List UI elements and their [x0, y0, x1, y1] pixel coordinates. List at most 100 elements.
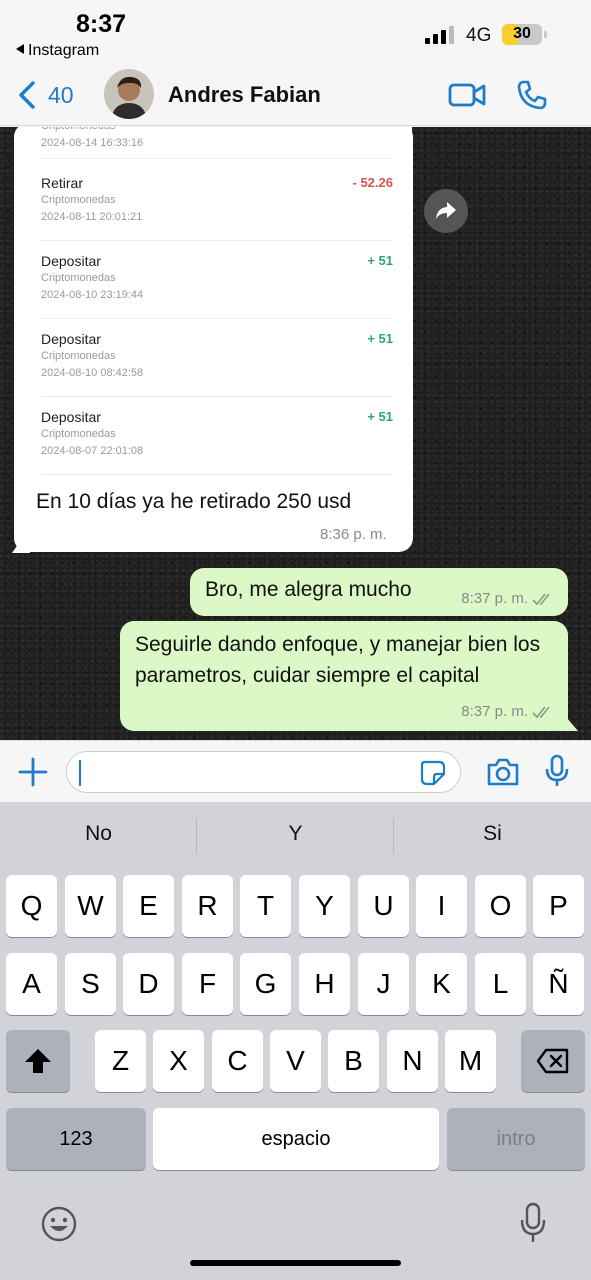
outgoing-message-text: Seguirle dando enfoque, y manejar bien l… — [135, 633, 541, 687]
transaction-date: 2024-08-11 20:01:21 — [41, 211, 143, 223]
transaction-row: Retirar Criptomonedas 2024-08-11 20:01:21 -… — [41, 175, 393, 241]
key-w[interactable]: W — [65, 875, 116, 937]
key-u[interactable]: U — [358, 875, 409, 937]
transaction-divider — [41, 474, 393, 475]
chat-header: 40 Andres Fabian — [0, 64, 591, 126]
microphone-icon[interactable] — [545, 754, 569, 788]
transaction-category: Criptomonedas — [41, 272, 116, 284]
signal-icon — [425, 26, 457, 44]
transaction-date: 2024-08-07 22:01:08 — [41, 445, 144, 457]
key-q[interactable]: Q — [6, 875, 57, 937]
key-t[interactable]: T — [240, 875, 291, 937]
avatar[interactable] — [104, 69, 154, 119]
suggestion-1[interactable]: No — [0, 822, 197, 846]
sticker-icon[interactable] — [420, 760, 446, 786]
plus-icon[interactable] — [18, 757, 48, 787]
key-e[interactable]: E — [123, 875, 174, 937]
forward-arrow-icon — [436, 202, 456, 219]
transaction-amount: + 51 — [367, 253, 393, 268]
transaction-divider — [41, 318, 393, 319]
outgoing-message-bubble[interactable]: Seguirle dando enfoque, y manejar bien l… — [120, 621, 568, 731]
network-type: 4G — [466, 25, 492, 46]
double-check-icon — [532, 593, 550, 606]
transaction-category: Criptomonedas — [41, 350, 116, 362]
back-triangle-icon — [16, 44, 24, 54]
keyboard: No Y Si 123 espacio intro QWERTYUIOPASDF… — [0, 802, 591, 1280]
transactions-title: Depositar — [41, 253, 101, 269]
key-d[interactable]: D — [123, 953, 174, 1015]
suggestion-2[interactable]: Y — [197, 822, 394, 846]
transaction-amount: + 51 — [367, 409, 393, 424]
key-r[interactable]: R — [182, 875, 233, 937]
key-y[interactable]: Y — [299, 875, 350, 937]
key-c[interactable]: C — [212, 1030, 263, 1092]
incoming-message-text: En 10 días ya he retirado 250 usd — [36, 490, 352, 513]
backspace-key[interactable] — [521, 1030, 585, 1092]
incoming-message-time: 8:36 p. m. — [320, 526, 387, 543]
transaction-amount: - 52.26 — [352, 175, 393, 190]
key-a[interactable]: A — [6, 953, 57, 1015]
contact-name[interactable]: Andres Fabian — [168, 82, 321, 108]
transaction-amount: + 51 — [367, 331, 393, 346]
key-l[interactable]: L — [475, 953, 526, 1015]
transaction-category: Criptomonedas — [41, 428, 116, 440]
shared-screenshot-image[interactable]: Criptomonedas 2024-08-14 16:33:16 Retirar C… — [22, 127, 412, 475]
transactions-title: Depositar — [41, 409, 101, 425]
key-n[interactable]: N — [387, 1030, 438, 1092]
phone-icon[interactable] — [516, 79, 548, 111]
transactions-title: Depositar — [41, 331, 101, 347]
transaction-divider — [41, 240, 393, 241]
dictation-icon[interactable] — [520, 1202, 546, 1244]
key-o[interactable]: O — [475, 875, 526, 937]
return-key[interactable]: intro — [447, 1108, 585, 1170]
key-f[interactable]: F — [182, 953, 233, 1015]
back-app-label: Instagram — [28, 42, 100, 59]
transaction-row: Depositar Criptomonedas 2024-08-07 22:01:0… — [41, 409, 393, 475]
emoji-icon[interactable] — [40, 1205, 78, 1243]
key-x[interactable]: X — [153, 1030, 204, 1092]
video-call-icon[interactable] — [448, 80, 486, 110]
key-i[interactable]: I — [416, 875, 467, 937]
chat-area[interactable]: Criptomonedas 2024-08-14 16:33:16 Retirar C… — [0, 127, 591, 740]
key-v[interactable]: V — [270, 1030, 321, 1092]
key-k[interactable]: K — [416, 953, 467, 1015]
transaction-date: 2024-08-14 16:33:16 — [41, 137, 144, 149]
suggestion-3[interactable]: Si — [394, 822, 591, 846]
status-bar: 8:37 Instagram 4G 30 — [0, 0, 591, 64]
shift-key[interactable] — [6, 1030, 70, 1092]
home-indicator — [190, 1260, 401, 1266]
outgoing-message-time: 8:37 p. m. — [461, 590, 554, 607]
transaction-divider — [41, 158, 393, 159]
transactions-title: Retirar — [41, 175, 84, 191]
message-input[interactable] — [66, 751, 461, 793]
key-p[interactable]: P — [533, 875, 584, 937]
key-z[interactable]: Z — [95, 1030, 146, 1092]
shift-arrow-icon — [25, 1049, 51, 1073]
space-key[interactable]: espacio — [153, 1108, 439, 1170]
outgoing-message-bubble[interactable]: Bro, me alegra mucho 8:37 p. m. — [190, 568, 568, 616]
chevron-left-icon[interactable] — [16, 80, 42, 110]
back-to-app-link[interactable]: Instagram — [16, 42, 99, 60]
unread-count[interactable]: 40 — [48, 82, 74, 109]
backspace-icon — [536, 1048, 569, 1074]
transaction-category: Criptomonedas — [41, 127, 116, 132]
outgoing-message-time: 8:37 p. m. — [461, 703, 554, 720]
text-cursor — [79, 760, 81, 786]
key-s[interactable]: S — [65, 953, 116, 1015]
key-g[interactable]: G — [240, 953, 291, 1015]
key-b[interactable]: B — [328, 1030, 379, 1092]
battery-level: 30 — [513, 25, 531, 42]
key-m[interactable]: M — [445, 1030, 496, 1092]
status-time: 8:37 — [76, 10, 127, 38]
transaction-date: 2024-08-10 23:19:44 — [41, 289, 144, 301]
message-composer — [0, 740, 591, 802]
forward-button[interactable] — [424, 189, 468, 233]
transaction-row: Depositar Criptomonedas 2024-08-10 23:19:4… — [41, 253, 393, 319]
key-ñ[interactable]: Ñ — [533, 953, 584, 1015]
transaction-category: Criptomonedas — [41, 194, 116, 206]
key-h[interactable]: H — [299, 953, 350, 1015]
camera-icon[interactable] — [486, 757, 520, 787]
battery-icon: 30 — [502, 24, 547, 45]
numbers-key[interactable]: 123 — [6, 1108, 146, 1170]
key-j[interactable]: J — [358, 953, 409, 1015]
